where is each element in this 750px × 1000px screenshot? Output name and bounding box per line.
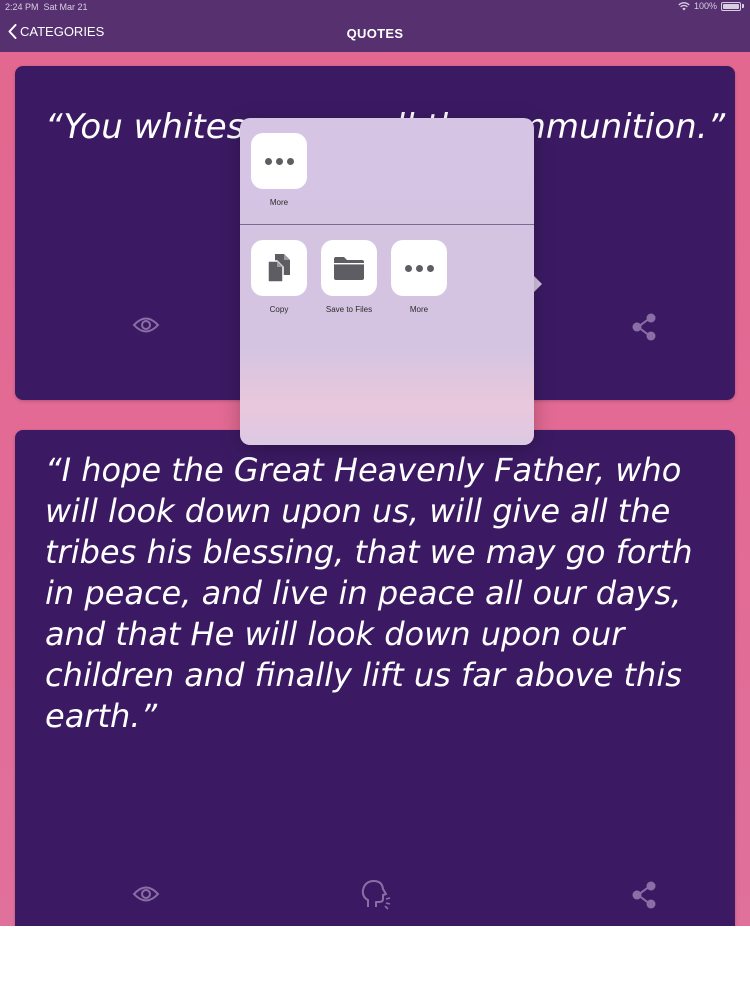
copy-tile <box>251 240 307 296</box>
page-title: QUOTES <box>346 26 404 41</box>
wifi-icon <box>678 1 690 10</box>
status-time-date: 2:24 PM Sat Mar 21 <box>5 2 88 12</box>
navigation-bar: 2:24 PM Sat Mar 21 100% CATEGORIES QUOTE… <box>0 0 750 52</box>
status-right: 100% <box>678 1 744 11</box>
share-action-label: More <box>409 305 429 314</box>
quote-card: “I hope the Great Heavenly Father, who w… <box>15 430 735 926</box>
battery-icon <box>721 1 741 11</box>
more-icon <box>404 264 434 272</box>
share-sheet-popover: More Copy Save to Files More <box>240 118 534 445</box>
status-date: Sat Mar 21 <box>43 2 88 12</box>
copy-button[interactable]: Copy <box>244 240 314 314</box>
eye-icon[interactable] <box>132 885 160 903</box>
quote-text: “I hope the Great Heavenly Father, who w… <box>45 451 693 735</box>
popover-divider <box>240 224 534 225</box>
more-icon <box>264 157 294 165</box>
share-action-label: More <box>269 198 289 207</box>
share-more-button[interactable]: More <box>244 133 314 207</box>
eye-icon[interactable] <box>132 316 160 334</box>
copy-icon <box>267 254 290 283</box>
share-icon[interactable] <box>632 313 658 341</box>
more-actions-button[interactable]: More <box>384 240 454 314</box>
battery-percent: 100% <box>693 1 717 11</box>
speaking-head-icon[interactable] <box>359 878 391 910</box>
more-tile <box>251 133 307 189</box>
share-action-label: Copy <box>269 305 289 314</box>
more-tile <box>391 240 447 296</box>
save-to-files-button[interactable]: Save to Files <box>314 240 384 314</box>
folder-tile <box>321 240 377 296</box>
battery-tip <box>742 4 744 8</box>
status-bar: 2:24 PM Sat Mar 21 100% <box>0 0 750 14</box>
folder-icon <box>334 257 364 280</box>
status-time: 2:24 PM <box>5 2 39 12</box>
app-screen: 2:24 PM Sat Mar 21 100% CATEGORIES QUOTE… <box>0 0 750 926</box>
share-action-label: Save to Files <box>325 305 373 314</box>
share-icon[interactable] <box>632 881 658 909</box>
